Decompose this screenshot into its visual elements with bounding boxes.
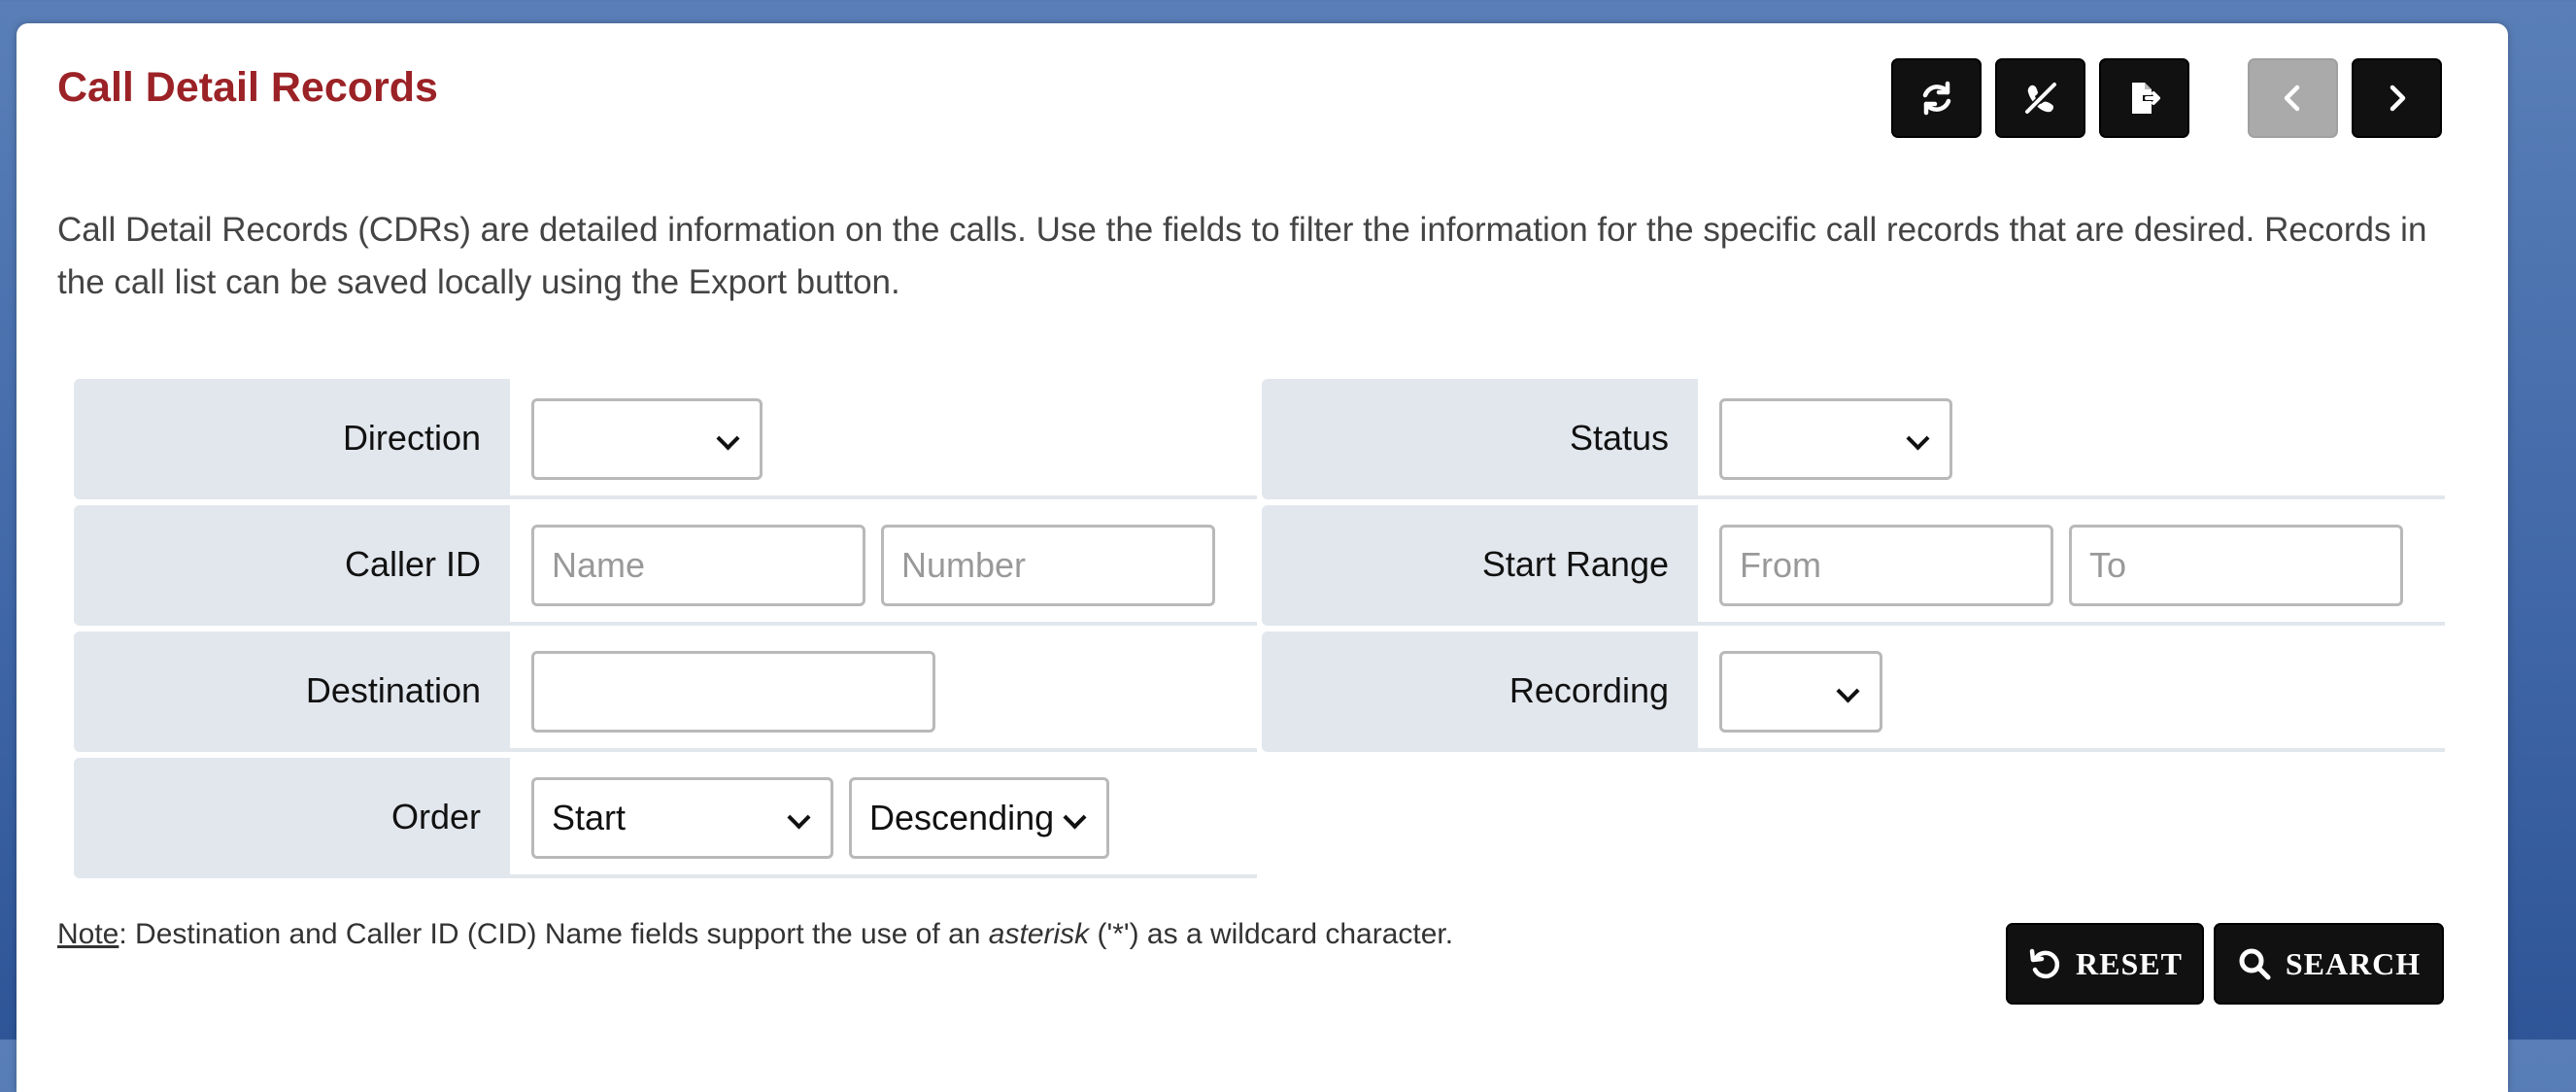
reset-button[interactable]: RESET [2006,923,2204,1005]
start-from-input[interactable] [1740,545,2051,586]
status-select[interactable] [1719,398,1952,480]
next-page-button[interactable] [2352,58,2442,138]
direction-label: Direction [74,379,510,499]
caller-number-input[interactable] [901,545,1212,586]
previous-page-button[interactable] [2248,58,2338,138]
search-button[interactable]: SEARCH [2214,923,2444,1005]
destination-input[interactable] [552,671,932,712]
recording-label: Recording [1262,631,1698,752]
recording-cell [1698,631,2445,752]
wildcard-note: Note: Destination and Caller ID (CID) Na… [57,918,1453,951]
refresh-button[interactable] [1891,58,1982,138]
chevron-left-icon [2284,85,2299,112]
search-icon [2239,948,2271,980]
caller-id-label: Caller ID [74,505,510,626]
destination-field[interactable] [531,651,935,733]
order-cell: Start Descending [510,758,1257,878]
start-from-field[interactable] [1719,525,2053,606]
note-text-after: ('*') as a wildcard character. [1089,918,1454,950]
chevron-right-icon [2390,85,2405,112]
caller-name-input[interactable] [552,545,863,586]
note-text-before: : Destination and Caller ID (CID) Name f… [119,918,989,950]
search-label: SEARCH [2285,945,2422,981]
recording-select[interactable] [1719,651,1882,733]
page-description: Call Detail Records (CDRs) are detailed … [57,211,2427,301]
start-to-field[interactable] [2069,525,2403,606]
direction-cell [510,379,1257,499]
start-to-input[interactable] [2089,545,2400,586]
note-prefix: Note [57,918,119,950]
order-direction-select[interactable]: Descending [849,777,1109,859]
destination-label: Destination [74,631,510,752]
page-title: Call Detail Records [57,64,438,111]
order-label: Order [74,758,510,878]
start-range-label: Start Range [1262,505,1698,626]
reset-label: RESET [2076,945,2183,981]
order-field-select[interactable]: Start [531,777,833,859]
destination-cell [510,631,1257,752]
caller-name-field[interactable] [531,525,865,606]
caller-id-cell [510,505,1257,626]
status-cell [1698,379,2445,499]
export-button[interactable] [2099,58,2189,138]
undo-icon [2029,948,2060,979]
start-range-cell [1698,505,2445,626]
hangup-button[interactable] [1995,58,2085,138]
caller-number-field[interactable] [881,525,1215,606]
phone-slash-icon [2024,82,2056,115]
direction-select[interactable] [531,398,763,480]
refresh-icon [1922,81,1950,116]
note-emphasis: asterisk [988,918,1090,950]
export-file-icon [2131,83,2160,114]
status-label: Status [1262,379,1698,499]
